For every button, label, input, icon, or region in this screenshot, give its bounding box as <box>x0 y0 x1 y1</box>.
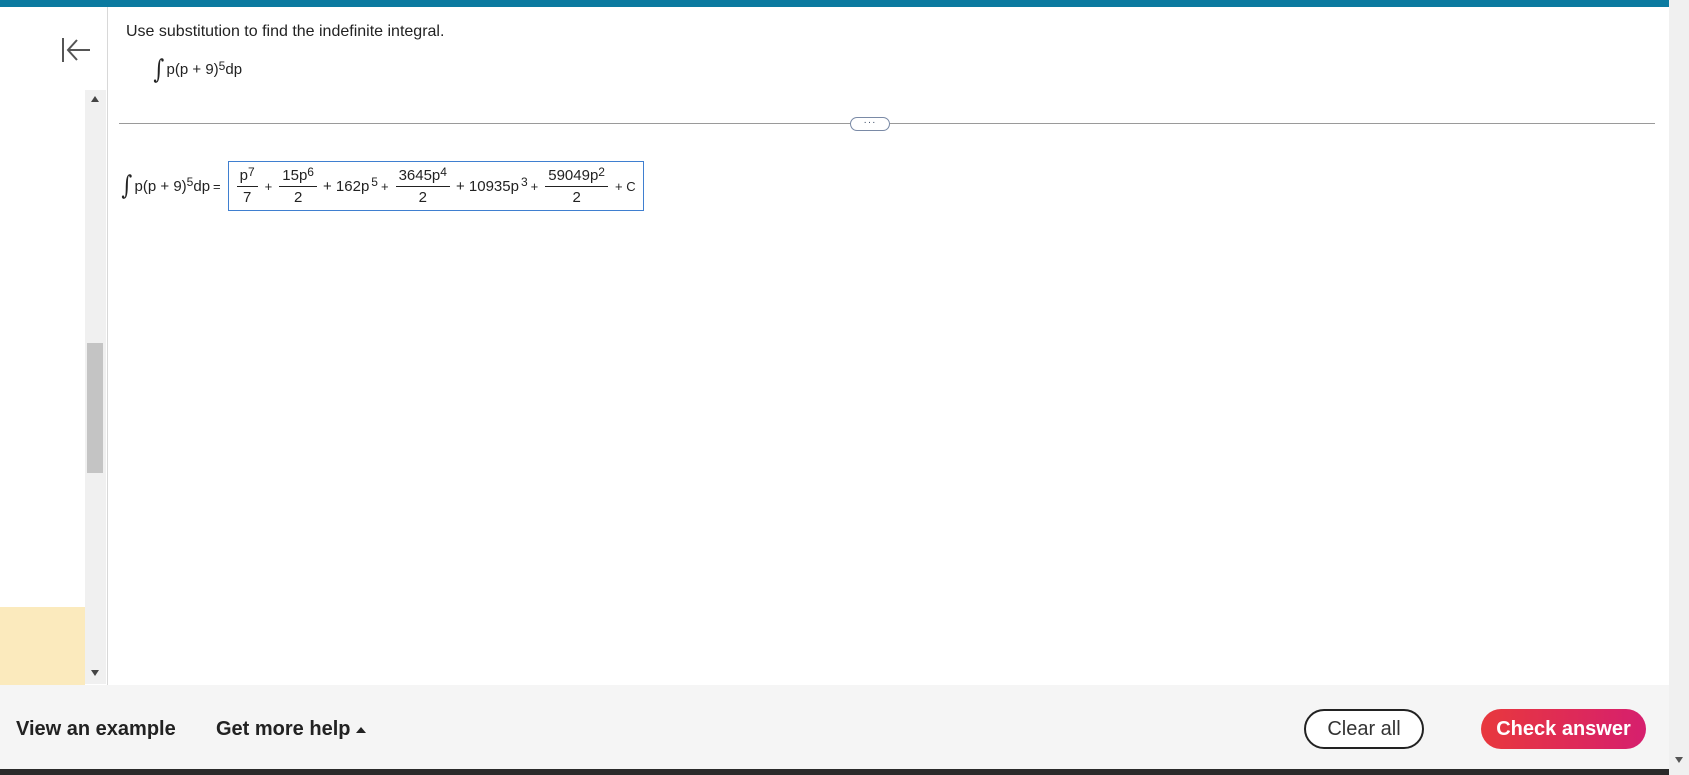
collapse-left-icon[interactable] <box>60 34 96 66</box>
question-content: Use substitution to find the indefinite … <box>107 7 1667 685</box>
expand-divider-button[interactable]: ··· <box>850 117 890 131</box>
term-6-numerator: 59049p <box>548 166 599 184</box>
footer-bar: View an example Get more help Clear all … <box>0 685 1669 769</box>
question-instruction: Use substitution to find the indefinite … <box>126 23 445 40</box>
term-3-exponent: 5 <box>371 175 378 189</box>
scroll-up-arrow-icon[interactable] <box>91 96 99 102</box>
scroll-down-arrow-icon[interactable] <box>1675 757 1683 763</box>
equals-sign: = <box>213 178 221 194</box>
term-2-exponent: 6 <box>307 164 314 179</box>
problem-differential: dp <box>225 60 243 78</box>
scroll-down-arrow-icon[interactable] <box>91 670 99 676</box>
answer-lhs-exponent: 5 <box>186 175 194 189</box>
right-scrollbar[interactable] <box>1669 0 1689 775</box>
term-1-exponent: 7 <box>247 164 255 179</box>
clear-all-button[interactable]: Clear all <box>1304 709 1424 749</box>
fraction-term-6: 59049p2 2 <box>545 164 608 206</box>
plus-sign: + <box>264 178 273 194</box>
fraction-term-1: p7 7 <box>236 164 258 206</box>
scrollbar-thumb[interactable] <box>87 343 103 473</box>
term-2-numerator: 15p <box>282 166 308 184</box>
term-4-numerator: 3645p <box>398 166 441 184</box>
problem-integrand: p(p + 9) <box>166 60 219 78</box>
problem-integral: ∫ p(p + 9)5dp <box>152 57 242 83</box>
answer-row: ∫ p(p + 9) 5 dp = p7 7 + 15p6 2 + 162p 5 + 3… <box>120 161 644 211</box>
top-accent-bar <box>0 0 1689 7</box>
answer-input-box[interactable]: p7 7 + 15p6 2 + 162p 5 + 3645p4 2 + 10935… <box>227 161 644 211</box>
left-scrollbar[interactable] <box>85 90 106 684</box>
term-3-base: + 162p <box>322 177 370 195</box>
term-4-exponent: 4 <box>440 164 447 179</box>
problem-exponent: 5 <box>218 58 226 73</box>
answer-lhs-integrand: p(p + 9) <box>134 177 187 195</box>
integral-sign-icon: ∫ <box>121 171 133 201</box>
term-6-denominator: 2 <box>572 188 581 206</box>
plus-sign: + <box>530 178 539 194</box>
term-5-base: + 10935p <box>455 177 519 195</box>
get-more-help-link[interactable]: Get more help <box>216 718 367 741</box>
check-answer-button[interactable]: Check answer <box>1481 709 1646 749</box>
plus-sign: + <box>380 178 389 194</box>
view-example-link[interactable]: View an example <box>16 718 176 741</box>
term-6-exponent: 2 <box>598 164 605 179</box>
term-1-denominator: 7 <box>242 188 252 206</box>
fraction-term-4: 3645p4 2 <box>395 164 450 206</box>
get-more-help-label: Get more help <box>216 718 351 740</box>
constant-of-integration: + C <box>614 178 636 194</box>
fraction-term-2: 15p6 2 <box>279 164 317 206</box>
term-1-numerator: p <box>239 166 248 184</box>
caret-up-icon <box>356 726 367 733</box>
answer-lhs-differential: dp <box>193 177 211 195</box>
term-4-denominator: 2 <box>418 188 427 206</box>
term-2-denominator: 2 <box>293 188 303 206</box>
bottom-edge <box>0 769 1669 775</box>
term-5-exponent: 3 <box>520 175 528 189</box>
integral-sign-icon: ∫ <box>153 55 165 85</box>
